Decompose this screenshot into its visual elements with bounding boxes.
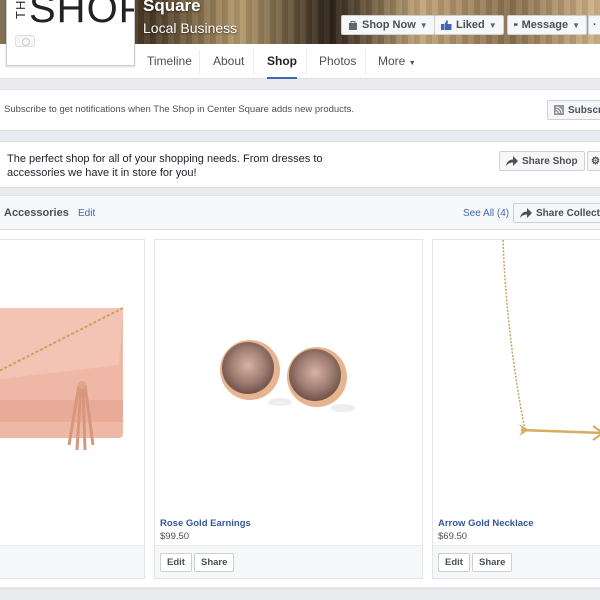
profile-picture[interactable]: THE SHOP [6, 0, 135, 66]
rss-icon [554, 105, 564, 115]
share-product-button[interactable]: Share [194, 553, 235, 572]
page-category: Local Business [143, 20, 238, 36]
share-product-button[interactable]: Share [472, 553, 513, 572]
settings-button[interactable]: ⚙ [587, 151, 600, 171]
share-arrow-icon [506, 156, 518, 166]
tab-timeline[interactable]: Timeline [135, 44, 204, 79]
tab-shop[interactable]: Shop [255, 44, 309, 79]
product-image-rose-gold-earrings[interactable] [155, 240, 422, 510]
nav-divider [253, 50, 254, 74]
tab-more-label: More [378, 54, 406, 68]
subscribe-label: Subscri [568, 104, 600, 116]
share-shop-label: Share Shop [522, 155, 578, 167]
product-image-arrow-necklace[interactable] [433, 239, 600, 510]
product-card-footer: Edit Share [155, 545, 422, 578]
message-icon [514, 23, 518, 27]
tab-about[interactable]: About [201, 44, 256, 79]
product-price: $69.50 [438, 531, 468, 542]
share-shop-button[interactable]: Share Shop [499, 151, 585, 171]
page-name: Square [143, 0, 201, 15]
caret-down-icon: ▼ [572, 20, 580, 30]
collection-edit-link[interactable]: Edit [78, 208, 95, 219]
subscribe-text: Subscribe to get notifications when The … [4, 104, 354, 115]
caret-down-icon: ▼ [488, 20, 497, 30]
nav-divider [199, 50, 200, 74]
edit-product-button[interactable]: Edit [160, 553, 192, 572]
product-card[interactable] [0, 239, 145, 579]
product-price: $99.50 [160, 531, 190, 542]
logo-text: SHOP [29, 0, 135, 31]
subscribe-button[interactable]: Subscri [547, 100, 600, 120]
camera-icon[interactable] [15, 35, 35, 47]
share-arrow-icon [520, 208, 532, 218]
product-card[interactable]: Arrow Gold Necklace $69.50 Edit Share [432, 239, 600, 579]
product-grid: Rose Gold Earnings $99.50 Edit Share Arr… [0, 230, 600, 587]
product-card-footer: Edit Share [433, 545, 600, 578]
more-options-button[interactable]: · [588, 15, 600, 35]
collection-title: Accessories [4, 207, 69, 219]
share-collection-button[interactable]: Share Collecti [513, 203, 600, 223]
shop-now-button[interactable]: Shop Now ▼ [341, 15, 435, 35]
shop-now-label: Shop Now [362, 19, 416, 31]
tab-photos[interactable]: Photos [307, 44, 368, 79]
liked-button[interactable]: Liked ▼ [434, 15, 504, 35]
message-label: Message [521, 19, 569, 31]
thumbs-up-icon [441, 20, 452, 30]
shop-description: The perfect shop for all of your shoppin… [7, 153, 323, 179]
product-card[interactable]: Rose Gold Earnings $99.50 Edit Share [154, 239, 423, 579]
ellipsis-icon: · [593, 19, 597, 31]
shopping-bag-icon [349, 21, 357, 30]
logo-prefix: THE [13, 0, 28, 19]
share-collection-label: Share Collecti [536, 207, 600, 219]
product-image-pink-clutch[interactable] [0, 240, 144, 510]
edit-product-button[interactable]: Edit [438, 553, 470, 572]
liked-label: Liked [456, 19, 485, 31]
message-button[interactable]: Message ▼ [507, 15, 587, 35]
product-name[interactable]: Rose Gold Earnings [160, 518, 251, 529]
see-all-link[interactable]: See All (4) [463, 208, 509, 219]
subscribe-panel: Subscribe to get notifications when The … [0, 89, 600, 131]
collection-header: Accessories Edit See All (4) Share Colle… [0, 195, 600, 230]
page-bottom [0, 588, 600, 600]
tab-more[interactable]: More ▼ [366, 44, 428, 79]
gear-icon: ⚙ [591, 155, 600, 167]
shop-description-panel: The perfect shop for all of your shoppin… [0, 141, 600, 188]
caret-down-icon: ▼ [419, 20, 428, 30]
caret-down-icon: ▼ [408, 60, 416, 67]
product-card-footer [0, 545, 144, 578]
product-name[interactable]: Arrow Gold Necklace [438, 518, 534, 529]
